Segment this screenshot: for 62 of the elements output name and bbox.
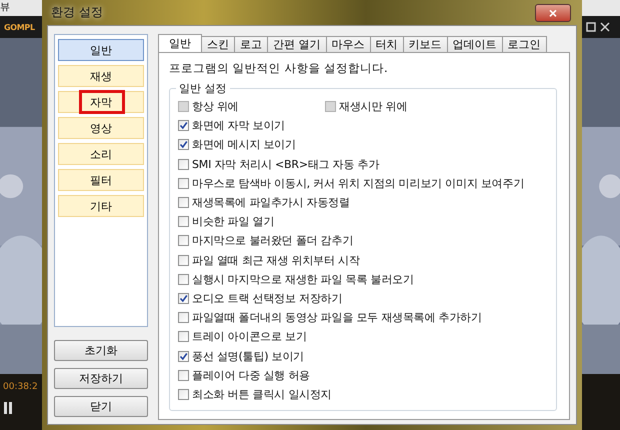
- category-item[interactable]: 자막: [58, 91, 144, 113]
- checkbox[interactable]: [178, 292, 189, 304]
- tab[interactable]: 간편 열기: [267, 36, 326, 52]
- checkbox[interactable]: [178, 139, 189, 150]
- checkbox-label: 오디오 트랙 선택정보 저장하기: [192, 290, 342, 306]
- tab[interactable]: 로고: [234, 36, 268, 52]
- checkbox-label: 최소화 버튼 클릭시 일시정지: [192, 386, 332, 402]
- checkbox[interactable]: [178, 312, 189, 324]
- checkbox-label: 실행시 마지막으로 재생한 파일 목록 불러오기: [192, 272, 414, 287]
- checkbox-label: 항상 위에: [192, 99, 238, 114]
- checkbox-label: 마지막으로 불러왔던 폴더 감추기: [192, 233, 354, 248]
- checkbox-label: 플레이어 다중 실행 허용: [192, 368, 310, 383]
- category-item[interactable]: 영상: [58, 117, 144, 139]
- tab[interactable]: 일반: [158, 34, 202, 52]
- checkbox[interactable]: [178, 178, 189, 189]
- checkbox[interactable]: [178, 388, 189, 400]
- category-item[interactable]: 기타: [58, 195, 144, 217]
- checkbox-label: 화면에 자막 보이기: [192, 118, 285, 134]
- maximize-icon[interactable]: [586, 22, 596, 32]
- checkbox-label: 화면에 메시지 보이기: [192, 137, 296, 152]
- group-title: 일반 설정: [176, 81, 230, 96]
- tab[interactable]: 키보드: [402, 36, 448, 52]
- category-item[interactable]: 재생: [58, 65, 144, 87]
- checkbox-label: 트레이 아이콘으로 보기: [192, 329, 307, 344]
- pause-icon[interactable]: [3, 402, 13, 414]
- checkbox-label: 재생목록에 파일추가시 자동정렬: [192, 195, 350, 210]
- close-icon[interactable]: [600, 22, 610, 32]
- checkbox[interactable]: [178, 331, 189, 342]
- checkbox-label: 비슷한 파일 열기: [192, 214, 274, 230]
- checkbox[interactable]: [178, 254, 189, 266]
- description-text: 프로그램의 일반적인 사항을 설정합니다.: [169, 61, 389, 76]
- menu-bar: [582, 0, 620, 16]
- tab[interactable]: 마우스: [326, 36, 370, 52]
- tab[interactable]: 터치: [370, 36, 404, 52]
- tab[interactable]: 스킨: [201, 36, 235, 52]
- checkbox-label: 재생시만 위에: [339, 99, 408, 114]
- checkbox-label: 풍선 설명(툴팁) 보이기: [192, 348, 304, 364]
- checkbox-label: SMI 자막 처리시 <BR>태그 자동 추가: [192, 156, 380, 172]
- category-item[interactable]: 필터: [58, 169, 144, 191]
- checkbox[interactable]: [178, 370, 189, 381]
- checkbox-label: 파일열때 폴더내의 동영상 파일을 모두 재생목록에 추가하기: [192, 310, 482, 326]
- dialog-button[interactable]: 닫기: [54, 396, 148, 417]
- checkbox[interactable]: [178, 197, 189, 208]
- checkbox[interactable]: [178, 235, 189, 246]
- category-item[interactable]: 일반: [58, 39, 144, 61]
- menu-label[interactable]: 뷰: [0, 0, 42, 16]
- tab[interactable]: 로그인: [502, 36, 546, 52]
- checkbox[interactable]: [178, 274, 189, 285]
- checkbox[interactable]: [178, 158, 189, 170]
- logo: GOMPL: [4, 22, 35, 32]
- checkbox-label: 파일 열때 최근 재생 위치부터 시작: [192, 252, 360, 268]
- category-item[interactable]: 소리: [58, 143, 144, 165]
- time-display: 00:38:2: [3, 382, 38, 392]
- tab[interactable]: 업데이트: [446, 36, 502, 52]
- window-title: 환경 설정: [50, 4, 103, 21]
- checkbox[interactable]: [178, 216, 189, 228]
- dialog-button[interactable]: 초기화: [54, 340, 148, 361]
- checkbox-label: 마우스로 탐색바 이동시, 커서 위치 지점의 미리보기 이미지 보여주기: [192, 176, 524, 191]
- control-bar: [582, 374, 620, 430]
- checkbox[interactable]: [178, 120, 189, 132]
- dialog-button[interactable]: 저장하기: [54, 368, 148, 389]
- checkbox[interactable]: [178, 350, 189, 362]
